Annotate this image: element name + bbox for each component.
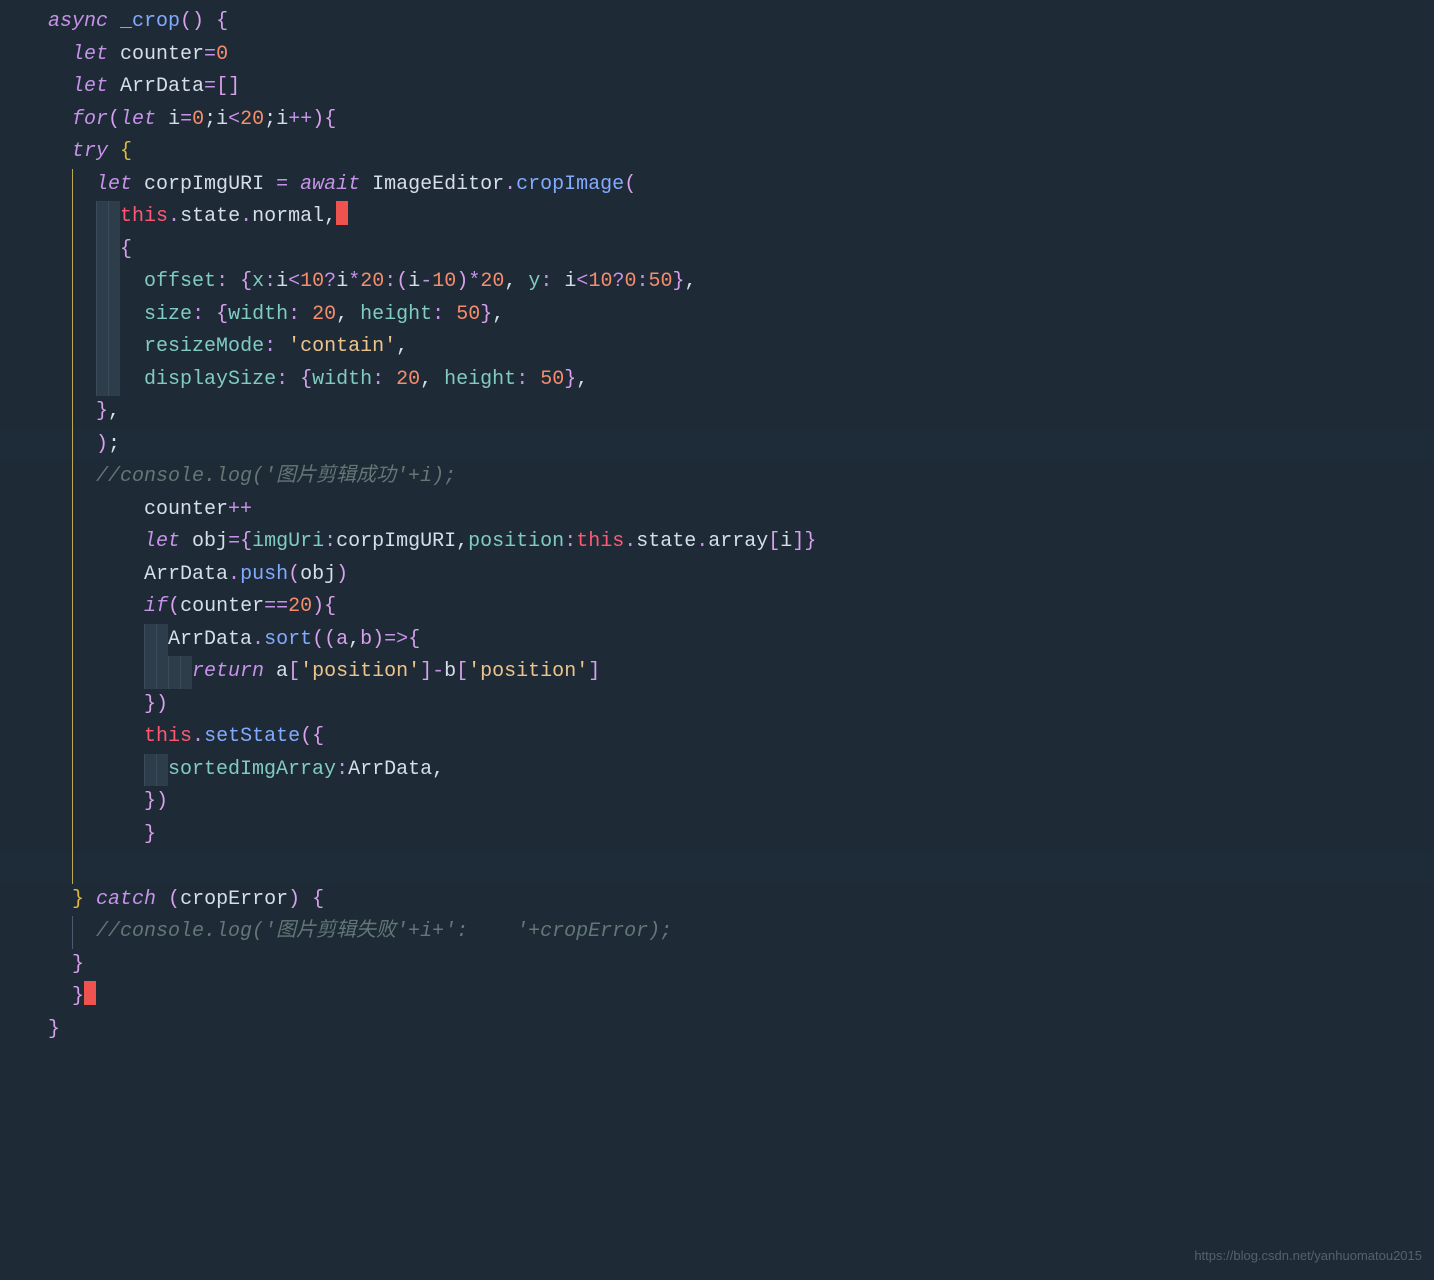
code-line: } catch (cropError) { [0,884,1434,917]
code-line: offset: {x:i<10?i*20:(i-10)*20, y: i<10?… [0,266,1434,299]
function-name: _crop [120,6,180,39]
code-line: size: {width: 20, height: 50}, [0,299,1434,332]
code-line: //console.log('图片剪辑成功'+i); [0,461,1434,494]
code-line: ArrData.push(obj) [0,559,1434,592]
code-editor[interactable]: async _crop() { let counter=0 let ArrDat… [0,0,1434,1046]
code-line: for(let i=0;i<20;i++){ [0,104,1434,137]
code-line: } [0,949,1434,982]
code-line: } [0,819,1434,852]
brace: { [204,6,228,39]
code-line: sortedImgArray:ArrData, [0,754,1434,787]
code-line: }) [0,786,1434,819]
code-line [0,851,1434,884]
code-line: if(counter==20){ [0,591,1434,624]
code-line: let ArrData=[] [0,71,1434,104]
code-line: let corpImgURI = await ImageEditor.cropI… [0,169,1434,202]
code-line: this.state.normal, [0,201,1434,234]
code-line: ); [0,429,1434,462]
code-line: let counter=0 [0,39,1434,72]
code-line: resizeMode: 'contain', [0,331,1434,364]
code-line: //console.log('图片剪辑失败'+i+': '+cropError)… [0,916,1434,949]
cursor-block [84,981,96,1005]
keyword-async: async [48,6,108,39]
watermark: https://blog.csdn.net/yanhuomatou2015 [1194,1240,1422,1273]
code-line: let obj={imgUri:corpImgURI,position:this… [0,526,1434,559]
code-line: } [0,1014,1434,1047]
code-line: }, [0,396,1434,429]
cursor-block [336,201,348,225]
code-line: this.setState({ [0,721,1434,754]
code-line: ArrData.sort((a,b)=>{ [0,624,1434,657]
code-line: counter++ [0,494,1434,527]
code-line: displaySize: {width: 20, height: 50}, [0,364,1434,397]
code-line: }) [0,689,1434,722]
code-line: } [0,981,1434,1014]
code-line: async _crop() { [0,6,1434,39]
code-line: return a['position']-b['position'] [0,656,1434,689]
code-line: try { [0,136,1434,169]
parens: () [180,6,204,39]
code-line: { [0,234,1434,267]
